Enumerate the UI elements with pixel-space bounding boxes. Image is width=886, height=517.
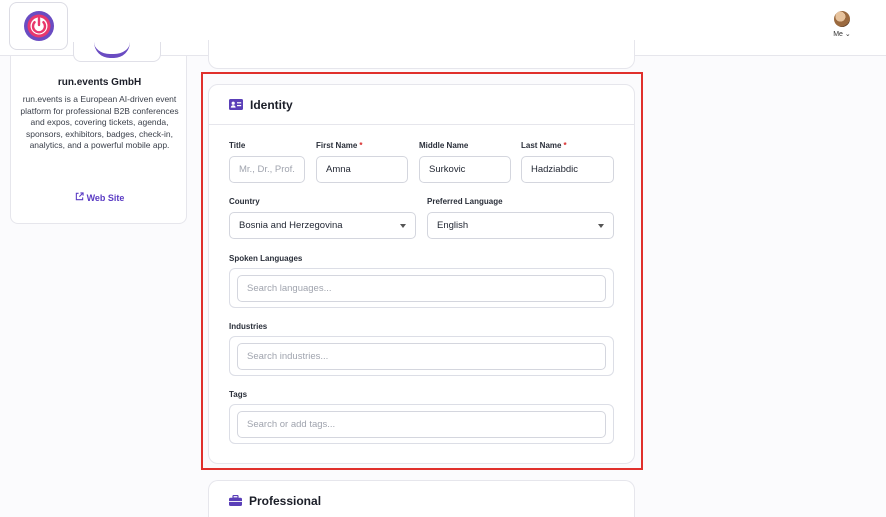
- organization-card: run.events GmbH run.events is a European…: [10, 42, 188, 224]
- organization-description: run.events is a European AI-driven event…: [20, 94, 179, 150]
- organization-name: run.events GmbH: [57, 77, 142, 88]
- highlight-box: [201, 72, 643, 470]
- professional-title: Professional: [249, 493, 322, 508]
- chevron-down-icon: ⌄: [844, 31, 851, 38]
- website-link-label: Web Site: [86, 193, 125, 203]
- avatar[interactable]: [834, 11, 850, 27]
- app-logo[interactable]: [9, 2, 68, 50]
- organization-logo: [73, 42, 161, 62]
- user-menu[interactable]: Me ⌄: [831, 11, 853, 38]
- website-link[interactable]: Web Site: [11, 192, 188, 203]
- professional-card: Professional: [208, 480, 635, 517]
- user-menu-label: Me: [833, 31, 843, 38]
- power-icon: [23, 11, 54, 41]
- external-link-icon: [75, 192, 84, 203]
- previous-section-card: [208, 40, 635, 69]
- briefcase-icon: [229, 495, 242, 506]
